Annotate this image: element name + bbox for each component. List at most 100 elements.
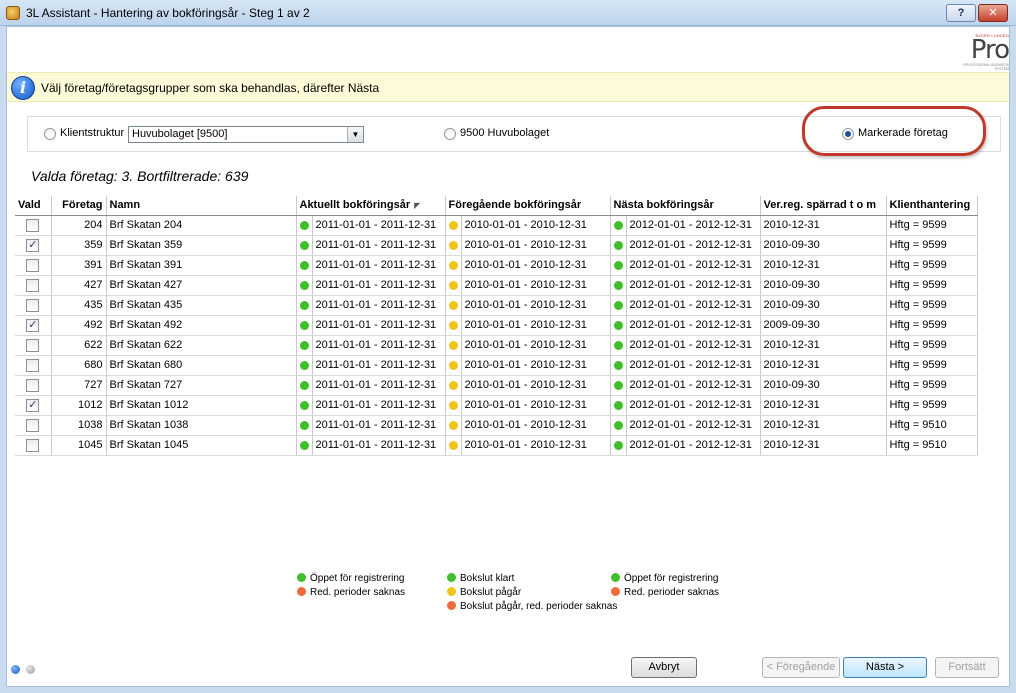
aktuellt-period: 2011-01-01 - 2011-12-31 [312, 315, 446, 336]
col-header-nasta[interactable]: Nästa bokföringsår [610, 196, 761, 216]
page-dot-active-icon [11, 665, 20, 674]
vald-checkbox[interactable] [26, 238, 40, 252]
col-header-vald[interactable]: Vald [15, 196, 52, 216]
col-header-foretag[interactable]: Företag [51, 196, 107, 216]
verreg-date: 2010-12-31 [760, 215, 887, 236]
chevron-down-icon[interactable]: ▼ [347, 127, 363, 142]
table-row[interactable]: 727 Brf Skatan 727 2011-01-01 - 2011-12-31… [15, 375, 978, 396]
logo-tagline: PROFESSIONAL BUSINESS SYSTEM [963, 63, 1009, 71]
col-header-aktuellt[interactable]: Aktuellt bokföringsår ◤ [296, 196, 446, 216]
table-row[interactable]: 435 Brf Skatan 435 2011-01-01 - 2011-12-31… [15, 295, 978, 316]
vald-cell[interactable] [15, 255, 52, 276]
aktuellt-status [296, 235, 313, 256]
foregaende-status [445, 415, 462, 436]
foregaende-status [445, 295, 462, 316]
vald-cell[interactable] [15, 435, 52, 456]
col-header-verreg[interactable]: Ver.reg. spärrad t o m [760, 196, 887, 216]
sort-indicator-icon: ◤ [414, 201, 421, 211]
vald-cell[interactable] [15, 375, 52, 396]
aktuellt-period: 2011-01-01 - 2011-12-31 [312, 235, 446, 256]
vald-checkbox[interactable] [26, 358, 40, 372]
aktuellt-status [296, 375, 313, 396]
vald-cell[interactable] [15, 315, 52, 336]
nasta-period: 2012-01-01 - 2012-12-31 [626, 375, 761, 396]
vald-cell[interactable] [15, 355, 52, 376]
group-radio[interactable] [444, 128, 456, 140]
vald-checkbox[interactable] [26, 218, 40, 232]
nasta-period: 2012-01-01 - 2012-12-31 [626, 415, 761, 436]
nasta-period: 2012-01-01 - 2012-12-31 [626, 235, 761, 256]
klienthantering: Hftg = 9599 [886, 395, 978, 416]
status-dot-icon [299, 400, 309, 410]
vald-checkbox[interactable] [26, 318, 40, 332]
close-button[interactable]: ✕ [978, 4, 1008, 22]
nasta-period: 2012-01-01 - 2012-12-31 [626, 395, 761, 416]
title-bar: 3L Assistant - Hantering av bokföringsår… [0, 0, 1016, 26]
selection-summary: Valda företag: 3. Bortfiltrerade: 639 [31, 168, 249, 184]
verreg-date: 2010-12-31 [760, 415, 887, 436]
info-icon: i [11, 76, 35, 100]
vald-checkbox[interactable] [26, 298, 40, 312]
table-row[interactable]: 492Brf Skatan 492 2011-01-01 - 2011-12-31… [15, 315, 978, 336]
aktuellt-status [296, 415, 313, 436]
nasta-status [610, 275, 627, 296]
fortsatt-button[interactable]: Fortsätt [935, 657, 999, 678]
avbryt-button[interactable]: Avbryt [631, 657, 697, 678]
col-header-klient[interactable]: Klienthantering [886, 196, 978, 216]
vald-checkbox[interactable] [26, 278, 40, 292]
legend-dot-icon [447, 587, 456, 596]
vald-checkbox[interactable] [26, 398, 40, 412]
vald-checkbox[interactable] [26, 378, 40, 392]
vald-cell[interactable] [15, 295, 52, 316]
table-row[interactable]: 359Brf Skatan 359 2011-01-01 - 2011-12-31… [15, 235, 978, 256]
vald-cell[interactable] [15, 275, 52, 296]
foretag-nr: 680 [51, 355, 107, 376]
vald-cell[interactable] [15, 215, 52, 236]
vald-cell[interactable] [15, 395, 52, 416]
aktuellt-period: 2011-01-01 - 2011-12-31 [312, 215, 446, 236]
table-row[interactable]: 427 Brf Skatan 427 2011-01-01 - 2011-12-31… [15, 275, 978, 296]
table-row[interactable]: 680 Brf Skatan 680 2011-01-01 - 2011-12-31… [15, 355, 978, 376]
legend-dot-icon [447, 573, 456, 582]
aktuellt-status [296, 215, 313, 236]
legend-item: Red. perioder saknas [611, 587, 719, 598]
status-dot-icon [613, 320, 623, 330]
klientstruktur-radio[interactable] [44, 128, 56, 140]
foregaende-period: 2010-01-01 - 2010-12-31 [461, 335, 611, 356]
table-row[interactable]: 1012Brf Skatan 1012 2011-01-01 - 2011-12-… [15, 395, 978, 416]
vald-checkbox[interactable] [26, 438, 40, 452]
col-header-namn[interactable]: Namn [106, 196, 297, 216]
table-row[interactable]: 391 Brf Skatan 391 2011-01-01 - 2011-12-31… [15, 255, 978, 276]
col-header-foregaende[interactable]: Föregående bokföringsår [445, 196, 611, 216]
klientstruktur-select[interactable]: Huvubolaget [9500] ▼ [128, 126, 364, 143]
foregaende-period: 2010-01-01 - 2010-12-31 [461, 315, 611, 336]
vald-checkbox[interactable] [26, 418, 40, 432]
table-row[interactable]: 204 Brf Skatan 204 2011-01-01 - 2011-12-31… [15, 215, 978, 236]
foretag-namn: Brf Skatan 622 [106, 335, 297, 356]
vald-cell[interactable] [15, 235, 52, 256]
vald-cell[interactable] [15, 415, 52, 436]
legend-item: Bokslut klart [447, 573, 514, 584]
legend-text: Öppet för registrering [310, 573, 405, 584]
foretag-namn: Brf Skatan 727 [106, 375, 297, 396]
foregaende-status [445, 255, 462, 276]
foretag-namn: Brf Skatan 1012 [106, 395, 297, 416]
verreg-date: 2010-12-31 [760, 435, 887, 456]
table-row[interactable]: 1045 Brf Skatan 1045 2011-01-01 - 2011-12-… [15, 435, 978, 456]
table-row[interactable]: 622 Brf Skatan 622 2011-01-01 - 2011-12-31… [15, 335, 978, 356]
foregaende-period: 2010-01-01 - 2010-12-31 [461, 215, 611, 236]
vald-cell[interactable] [15, 335, 52, 356]
klienthantering: Hftg = 9599 [886, 375, 978, 396]
status-dot-icon [613, 440, 623, 450]
help-button[interactable]: ? [946, 4, 976, 22]
nasta-button[interactable]: Nästa > [843, 657, 927, 678]
legend-text: Red. perioder saknas [624, 587, 720, 598]
table-row[interactable]: 1038 Brf Skatan 1038 2011-01-01 - 2011-12-… [15, 415, 978, 436]
foretag-nr: 204 [51, 215, 107, 236]
vald-checkbox[interactable] [26, 258, 40, 272]
group-label: 9500 Huvubolaget [460, 127, 550, 139]
vald-checkbox[interactable] [26, 338, 40, 352]
legend-text: Red. perioder saknas [310, 587, 406, 598]
foregaende-button[interactable]: < Föregående [762, 657, 840, 678]
foregaende-status [445, 235, 462, 256]
